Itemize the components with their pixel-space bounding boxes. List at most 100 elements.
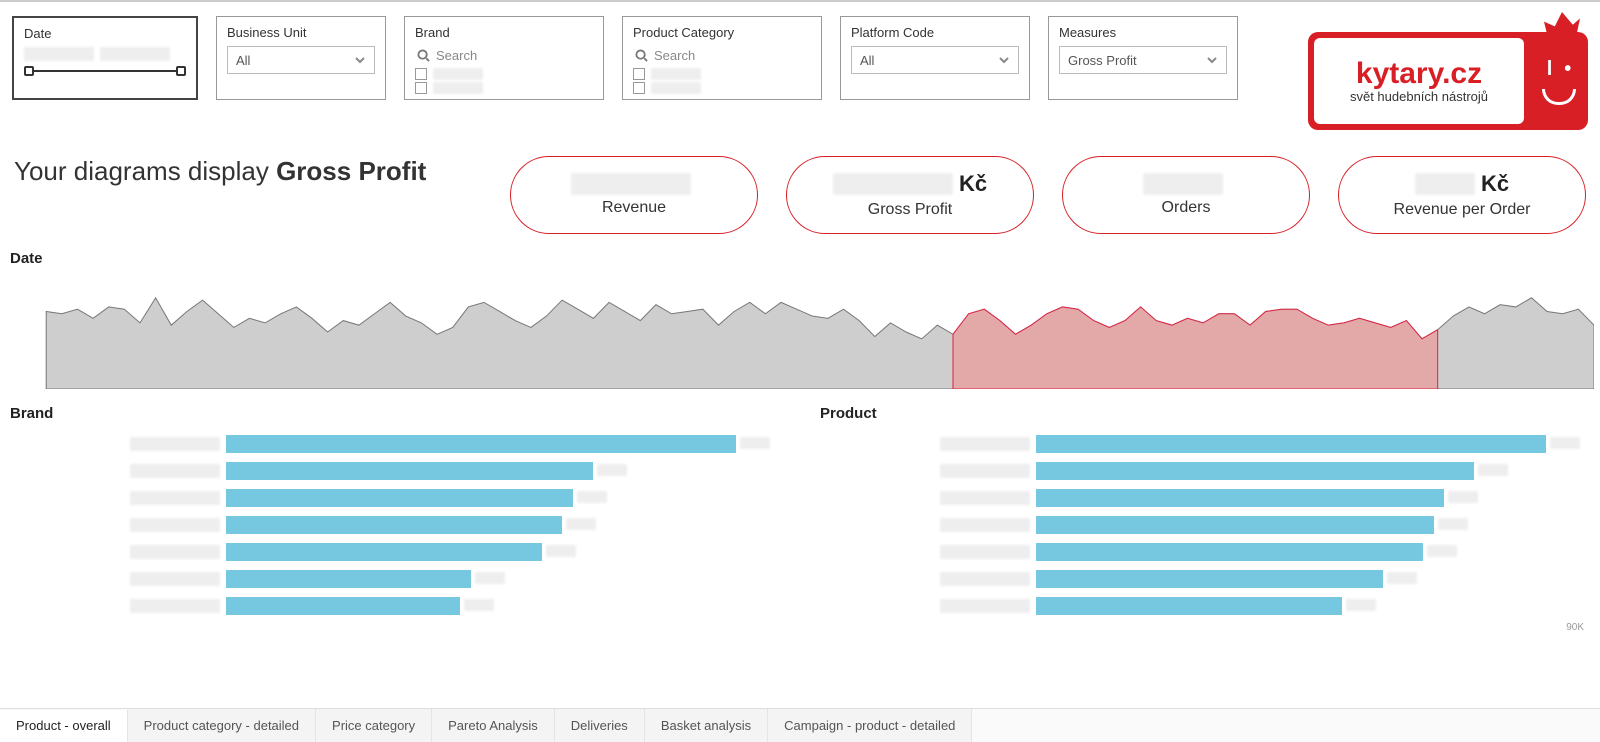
kpi-revenue-per-order-unit: Kč	[1481, 171, 1509, 197]
bar-value-label	[1448, 491, 1478, 503]
kpi-gross-profit[interactable]: Kč Gross Profit	[786, 156, 1034, 234]
bar-category-label	[940, 437, 1030, 451]
tab-deliveries[interactable]: Deliveries	[555, 709, 645, 742]
filter-brand-search-placeholder: Search	[436, 48, 477, 63]
filter-brand-option-1[interactable]	[415, 67, 593, 81]
kpi-revenue-per-order[interactable]: Kč Revenue per Order	[1338, 156, 1586, 234]
bar-row[interactable]	[10, 565, 780, 592]
bar-row[interactable]	[820, 457, 1590, 484]
bar-value-label	[475, 572, 505, 584]
bar-value-label	[546, 545, 576, 557]
tab-product-overall[interactable]: Product - overall	[0, 710, 128, 742]
kpi-revenue-per-order-value	[1415, 173, 1475, 195]
filter-product-category-label: Product Category	[633, 25, 811, 40]
filter-business-unit-value: All	[236, 53, 250, 68]
kpi-orders[interactable]: Orders	[1062, 156, 1310, 234]
filter-measures-value: Gross Profit	[1068, 53, 1137, 68]
bar-category-label	[940, 572, 1030, 586]
kpi-orders-value	[1143, 173, 1223, 195]
bar-category-label	[940, 464, 1030, 478]
bar-value-label	[1478, 464, 1508, 476]
kpi-revenue-label: Revenue	[602, 199, 666, 217]
filter-product-category: Product Category Search	[622, 16, 822, 100]
bar-row[interactable]	[820, 511, 1590, 538]
bar-row[interactable]	[10, 592, 780, 619]
chevron-down-icon	[354, 54, 366, 66]
date-area-chart[interactable]	[6, 269, 1594, 389]
filter-platform-code: Platform Code All	[840, 16, 1030, 100]
filter-brand: Brand Search	[404, 16, 604, 100]
filter-product-category-option-2[interactable]	[633, 81, 811, 95]
date-chart-title: Date	[0, 234, 1600, 269]
kpi-gross-profit-label: Gross Profit	[868, 201, 952, 219]
logo-brand-text: kytary.cz	[1356, 59, 1482, 89]
logo-tagline: svět hudebních nástrojů	[1350, 89, 1488, 104]
kpi-gross-profit-value	[833, 173, 953, 195]
filter-product-category-option-1[interactable]	[633, 67, 811, 81]
chevron-down-icon	[998, 54, 1010, 66]
filter-platform-code-select[interactable]: All	[851, 46, 1019, 74]
product-bar-chart[interactable]: 90K	[820, 424, 1590, 619]
bar-row[interactable]	[10, 511, 780, 538]
brand-chart-column: Brand	[10, 389, 780, 619]
page-heading: Your diagrams display Gross Profit	[14, 156, 426, 187]
brand-bar-chart[interactable]	[10, 424, 780, 619]
tab-price-category[interactable]: Price category	[316, 709, 432, 742]
bar-row[interactable]	[820, 592, 1590, 619]
bar-row[interactable]	[10, 430, 780, 457]
bar-category-label	[130, 437, 220, 451]
filter-date-label: Date	[24, 26, 186, 41]
product-xaxis-tick: 90K	[1566, 622, 1584, 633]
heading-prefix: Your diagrams display	[14, 156, 276, 186]
filter-date-range-values	[24, 47, 186, 61]
kpi-revenue-value	[571, 173, 691, 195]
bar-row[interactable]	[10, 484, 780, 511]
filter-product-category-search[interactable]: Search	[633, 46, 811, 67]
bar-value-label	[577, 491, 607, 503]
filter-brand-search[interactable]: Search	[415, 46, 593, 67]
bar-category-label	[130, 572, 220, 586]
filter-business-unit-select[interactable]: All	[227, 46, 375, 74]
summary-row: Your diagrams display Gross Profit Reven…	[0, 132, 1600, 234]
tab-product-category-detailed[interactable]: Product category - detailed	[128, 709, 316, 742]
tab-campaign-product-detailed[interactable]: Campaign - product - detailed	[768, 709, 972, 742]
bar-value-label	[464, 599, 494, 611]
search-icon	[417, 49, 430, 62]
filter-date[interactable]: Date	[12, 16, 198, 100]
kpi-gross-profit-unit: Kč	[959, 171, 987, 197]
bar-row[interactable]	[820, 538, 1590, 565]
filter-brand-option-2[interactable]	[415, 81, 593, 95]
bar-category-label	[940, 491, 1030, 505]
heading-measure: Gross Profit	[276, 156, 426, 186]
date-range-slider[interactable]	[26, 67, 184, 75]
bar-category-label	[130, 545, 220, 559]
kpi-revenue[interactable]: Revenue	[510, 156, 758, 234]
product-chart-title: Product	[820, 389, 1590, 424]
filter-platform-code-value: All	[860, 53, 874, 68]
bar-category-label	[130, 518, 220, 532]
bar-value-label	[1346, 599, 1376, 611]
bar-value-label	[740, 437, 770, 449]
bar-value-label	[597, 464, 627, 476]
tab-basket-analysis[interactable]: Basket analysis	[645, 709, 768, 742]
bar-value-label	[1427, 545, 1457, 557]
chevron-down-icon	[1206, 54, 1218, 66]
filter-measures-label: Measures	[1059, 25, 1227, 40]
page-tabs: Product - overallProduct category - deta…	[0, 708, 1600, 742]
tab-pareto-analysis[interactable]: Pareto Analysis	[432, 709, 555, 742]
filter-measures-select[interactable]: Gross Profit	[1059, 46, 1227, 74]
kpi-row: Revenue Kč Gross Profit Orders Kč Revenu…	[510, 156, 1586, 234]
filter-platform-code-label: Platform Code	[851, 25, 1019, 40]
bar-value-label	[566, 518, 596, 530]
bar-value-label	[1438, 518, 1468, 530]
bar-category-label	[130, 491, 220, 505]
bar-value-label	[1550, 437, 1580, 449]
kpi-revenue-per-order-label: Revenue per Order	[1394, 201, 1531, 219]
bar-row[interactable]	[10, 457, 780, 484]
bar-row[interactable]	[820, 484, 1590, 511]
bar-row[interactable]	[820, 565, 1590, 592]
bar-row[interactable]	[10, 538, 780, 565]
bar-category-label	[130, 464, 220, 478]
bar-row[interactable]	[820, 430, 1590, 457]
filter-brand-label: Brand	[415, 25, 593, 40]
